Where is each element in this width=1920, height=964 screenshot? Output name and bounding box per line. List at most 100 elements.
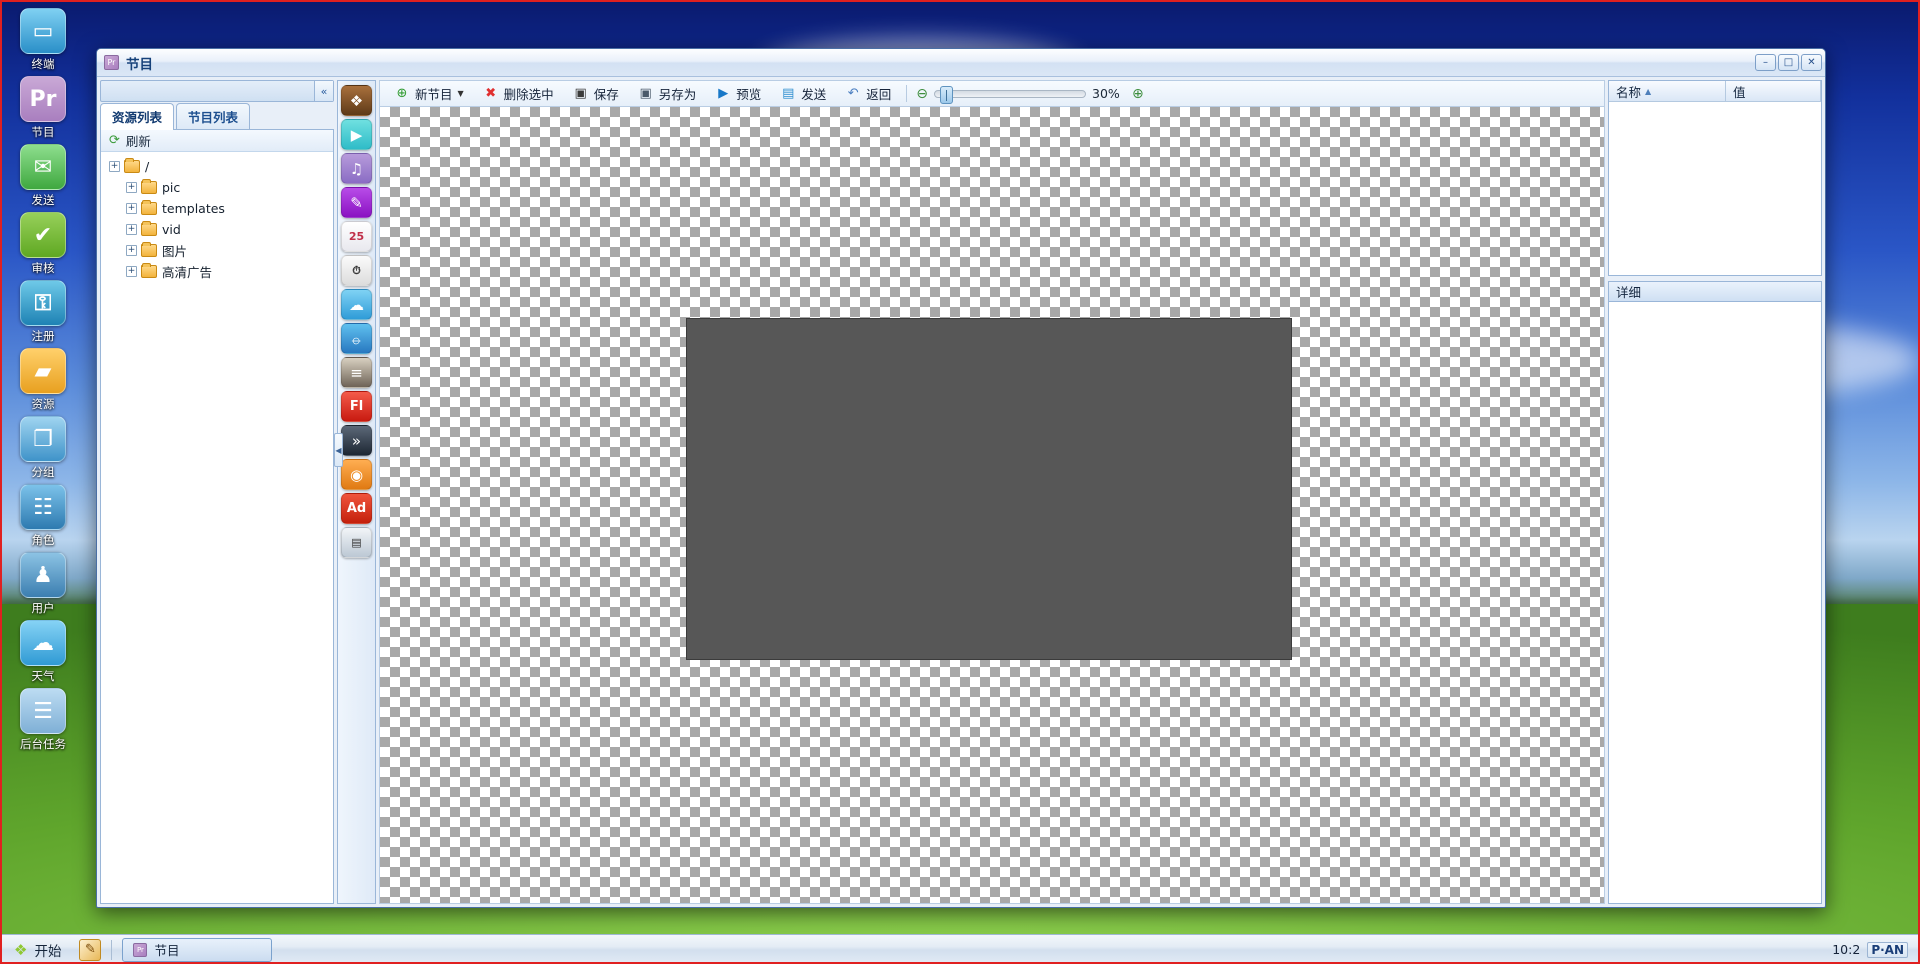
editor-area: ⊕ 新节目 ▼ ✖ 删除选中 ▣ 保存 ▣ 另存为 ▶ 预览 ▤ 发送 ↶ 返回 ⊖ 30% ⊕ (379, 80, 1605, 904)
taskbar-window-label: 节目 (154, 943, 180, 958)
property-grid[interactable]: 名称 ▲ 值 (1608, 80, 1822, 276)
tree-expand-icon[interactable]: + (126, 203, 137, 214)
tree-node[interactable]: + / (101, 156, 333, 177)
window-title: 节目 (126, 56, 153, 73)
desktop-icon-program[interactable]: Pr 节目 (1, 76, 85, 140)
system-tray: 10:2 P·AN (1832, 941, 1916, 958)
property-grid-rows[interactable] (1609, 102, 1821, 275)
resource-search-bar[interactable]: « (100, 80, 334, 102)
minimize-button[interactable]: – (1755, 54, 1776, 71)
image-element-tool[interactable]: ❖ (341, 85, 372, 116)
zoom-out-icon[interactable]: ⊖ (916, 86, 928, 102)
taskbar-window-button-program[interactable]: Pr 节目 (122, 937, 273, 962)
program-stage[interactable] (687, 319, 1291, 659)
desktop-icon-send[interactable]: ✉ 发送 (1, 144, 85, 208)
desktop-icon-terminal[interactable]: ▭ 终端 (1, 8, 85, 72)
toolbar-button-new-program[interactable]: ⊕ 新节目 ▼ (386, 83, 472, 104)
detail-section-header[interactable]: 详细 (1608, 281, 1822, 301)
column-header-value[interactable]: 值 (1726, 81, 1821, 102)
table-element-tool[interactable]: ▤ (341, 527, 372, 558)
zoom-slider-knob[interactable] (940, 85, 953, 104)
tree-expand-icon[interactable]: + (126, 266, 137, 277)
desktop-icon-user[interactable]: ♟ 用户 (1, 552, 85, 616)
toolbar-separator (906, 85, 908, 102)
palette-collapse-handle[interactable]: ◀ (334, 433, 343, 467)
start-button-label: 开始 (34, 943, 62, 960)
collapse-panel-button[interactable]: « (314, 81, 333, 101)
tree-expand-icon[interactable]: + (126, 182, 137, 193)
user-icon: ♟ (20, 552, 66, 598)
folder-icon (141, 263, 157, 278)
desktop-icon-weather[interactable]: ☁ 天气 (1, 620, 85, 684)
background-task-icon: ☰ (20, 688, 66, 734)
resource-search-input[interactable] (101, 81, 314, 101)
toolbar-button-preview[interactable]: ▶ 预览 (707, 83, 769, 104)
tree-expand-icon[interactable]: + (126, 224, 137, 235)
editor-quicklaunch-icon[interactable]: ✎ (79, 938, 102, 961)
desktop-icon-approve[interactable]: ✔ 审核 (1, 212, 85, 276)
document-element-tool[interactable]: ≡ (341, 357, 372, 388)
close-button[interactable]: ✕ (1801, 54, 1822, 71)
terminal-icon: ▭ (20, 8, 66, 54)
toolbar-button-save[interactable]: ▣ 保存 (565, 83, 627, 104)
resource-tab-0[interactable]: 资源列表 (100, 103, 175, 130)
tray-ime-indicator[interactable]: P·AN (1867, 941, 1908, 958)
audio-element-tool[interactable]: ♫ (341, 153, 372, 184)
tree-node[interactable]: + templates (101, 198, 333, 219)
video-element-tool[interactable]: ▶ (341, 119, 372, 150)
tree-node[interactable]: + pic (101, 177, 333, 198)
text-element-tool[interactable]: ✎ (341, 187, 372, 218)
desktop-icon-register[interactable]: ⚿ 注册 (1, 280, 85, 344)
tree-expand-icon[interactable]: + (109, 161, 120, 172)
weather-element-tool[interactable]: ☁ (341, 289, 372, 320)
desktop-icon-background-task[interactable]: ☰ 后台任务 (1, 688, 85, 752)
toolbar-button-label: 返回 (866, 87, 892, 102)
ad-element-tool[interactable]: Ad (341, 493, 372, 524)
tree-expand-icon[interactable]: + (126, 245, 137, 256)
desktop-icon-label: 后台任务 (20, 737, 66, 751)
tree-node[interactable]: + vid (101, 219, 333, 240)
flash-element-tool[interactable]: Fl (341, 391, 372, 422)
desktop-icon-label: 天气 (31, 669, 55, 683)
tree-node[interactable]: + 图片 (101, 240, 333, 261)
camera-element-tool[interactable]: ◉ (341, 459, 372, 490)
desktop-icon-role[interactable]: ☷ 角色 (1, 484, 85, 548)
canvas-viewport[interactable] (379, 106, 1605, 904)
element-tool-palette[interactable]: ❖ ▶ ♫ ✎ 25 ⏱ ☁ ⦵ ≡ Fl» ◉ Ad ▤ ◀ (334, 80, 376, 904)
resource-tree[interactable]: + / + pic + templates + vid + 图片 + 高清广告 (101, 152, 333, 903)
column-header-name[interactable]: 名称 ▲ (1609, 81, 1726, 102)
start-leaf-icon: ❖ (14, 940, 28, 959)
program-window[interactable]: Pr 节目 – □ ✕ « 资源列表 节目列表 ⟳ 刷新 + / + pic + templ… (96, 48, 1826, 908)
editor-toolbar: ⊕ 新节目 ▼ ✖ 删除选中 ▣ 保存 ▣ 另存为 ▶ 预览 ▤ 发送 ↶ 返回 ⊖ 30% ⊕ (379, 80, 1605, 106)
toolbar-button-back[interactable]: ↶ 返回 (837, 83, 899, 104)
save-icon: ▣ (574, 86, 587, 101)
start-button[interactable]: ❖ 开始 (4, 938, 75, 962)
column-header-value-label: 值 (1733, 84, 1746, 100)
maximize-button[interactable]: □ (1778, 54, 1799, 71)
toolbar-button-send[interactable]: ▤ 发送 (772, 83, 834, 104)
send-icon: ▤ (782, 86, 795, 101)
toolbar-button-label: 发送 (801, 87, 827, 102)
web-element-tool[interactable]: ⦵ (341, 323, 372, 354)
animation-element-tool[interactable]: » (341, 425, 372, 456)
desktop-icon-resource[interactable]: ▰ 资源 (1, 348, 85, 412)
desktop-icon-label: 资源 (31, 397, 55, 411)
chevron-down-icon[interactable]: ▼ (458, 89, 464, 98)
zoom-slider[interactable] (934, 85, 1086, 104)
tray-clock[interactable]: 10:2 (1832, 942, 1860, 957)
calendar-element-tool[interactable]: 25 (341, 221, 372, 252)
zoom-in-icon[interactable]: ⊕ (1132, 86, 1144, 102)
taskbar-divider (111, 939, 113, 960)
window-body: « 资源列表 节目列表 ⟳ 刷新 + / + pic + templates + vid + 图片 +… (97, 77, 1825, 907)
refresh-button[interactable]: ⟳ 刷新 (101, 130, 333, 152)
folder-icon (124, 158, 140, 173)
desktop-icon-group[interactable]: ❐ 分组 (1, 416, 85, 480)
resource-tab-1[interactable]: 节目列表 (176, 103, 251, 129)
toolbar-button-delete[interactable]: ✖ 删除选中 (475, 83, 562, 104)
clock-element-tool[interactable]: ⏱ (341, 255, 372, 286)
folder-icon (141, 179, 157, 194)
toolbar-button-save-as[interactable]: ▣ 另存为 (630, 83, 705, 104)
tree-node-label: / (145, 159, 150, 174)
window-titlebar[interactable]: Pr 节目 – □ ✕ (97, 49, 1825, 77)
tree-node[interactable]: + 高清广告 (101, 261, 333, 282)
